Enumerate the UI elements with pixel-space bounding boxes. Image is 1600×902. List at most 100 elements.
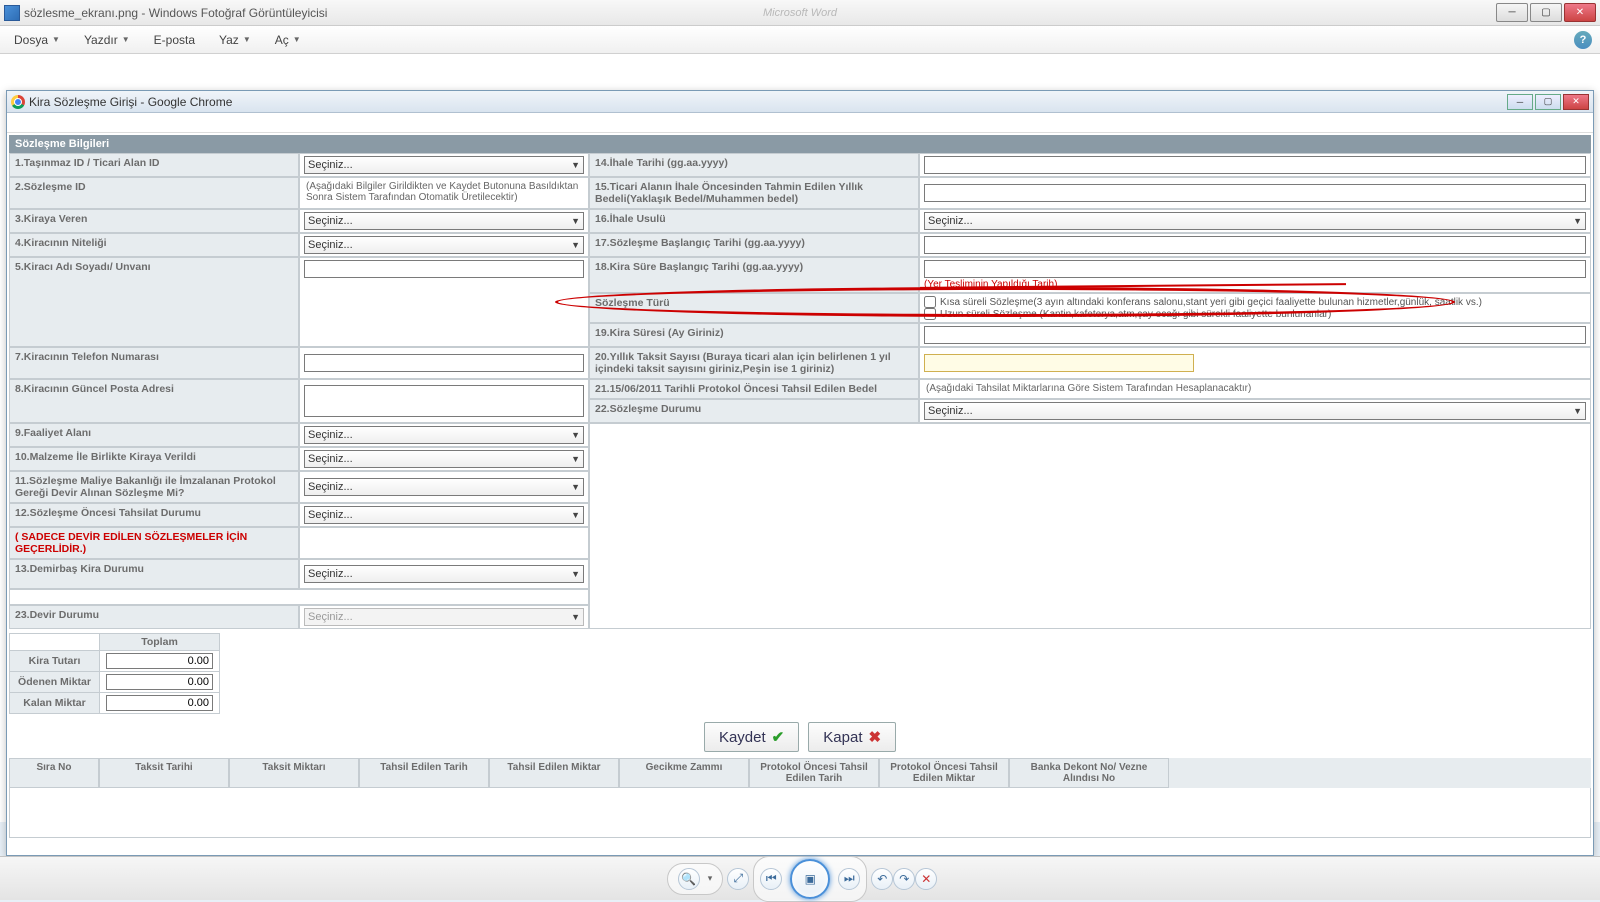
menubar: Dosya▼ Yazdır▼ E-posta Yaz▼ Aç▼ ? [0,26,1600,54]
background-app-hint: Microsoft Word [763,7,837,19]
field-devir-durumu: Seçiniz...▼ [299,605,589,629]
input-sozlesme-baslangic[interactable] [924,236,1586,254]
label-faaliyet-alani: 9.Faaliyet Alanı [9,423,299,447]
save-button[interactable]: Kaydet✔ [704,722,799,752]
check-icon: ✔ [772,728,785,746]
field-kiraya-veren: Seçiniz...▼ [299,209,589,233]
col-protokol-miktar: Protokol Öncesi Tahsil Edilen Miktar [879,758,1009,788]
label-kira-suresi: 19.Kira Süresi (Ay Giriniz) [589,323,919,347]
select-devir-durumu[interactable]: Seçiniz...▼ [304,608,584,626]
photo-viewer-icon [4,5,20,21]
popup-title: Kira Sözleşme Girişi - Google Chrome [29,95,1507,109]
textarea-posta-adresi[interactable] [304,385,584,417]
close-form-button[interactable]: Kapat✖ [808,722,896,752]
select-kiraya-veren[interactable]: Seçiniz...▼ [304,212,584,230]
label-kiraci-ad: 5.Kiracı Adı Soyadı/ Unvanı [9,257,299,347]
popup-body: Sözleşme Bilgileri 1.Taşınmaz ID / Ticar… [7,133,1593,855]
checkbox-kisa-sureli[interactable] [924,296,936,308]
select-sozlesme-durumu[interactable]: Seçiniz...▼ [924,402,1586,420]
outer-close-button[interactable]: ✕ [1564,3,1596,22]
col-dekont-no: Banka Dekont No/ Vezne Alındısı No [1009,758,1169,788]
popup-maximize-button[interactable]: ▢ [1535,94,1561,110]
input-muhammen-bedel[interactable] [924,184,1586,202]
label-devir-durumu: 23.Devir Durumu [9,605,299,629]
input-kira-sure-baslangic[interactable] [924,260,1586,278]
slideshow-icon[interactable]: ▣ [790,859,830,899]
label-sozlesme-id: 2.Sözleşme ID [9,177,299,209]
field-ihale-usulu: Seçiniz...▼ [919,209,1591,233]
label-ihale-tarihi: 14.İhale Tarihi (gg.aa.yyyy) [589,153,919,177]
field-muhammen-bedel [919,177,1591,209]
hint-protokol-oncesi: (Aşağıdaki Tahsilat Miktarlarına Göre Si… [924,382,1586,395]
checkbox-uzun-sureli[interactable] [924,308,936,320]
popup-minimize-button[interactable]: ─ [1507,94,1533,110]
field-sozlesme-turu: Kısa süreli Sözleşme(3 ayın altındaki ko… [919,293,1591,323]
zoom-out-icon[interactable]: 🔍 [678,868,700,890]
col-sira-no: Sıra No [9,758,99,788]
label-sozlesme-baslangic: 17.Sözleşme Başlangıç Tarihi (gg.aa.yyyy… [589,233,919,257]
menubar-file[interactable]: Dosya▼ [8,29,66,51]
label-sozlesme-durumu: 22.Sözleşme Durumu [589,399,919,423]
field-telefon [299,347,589,379]
label-ihale-usulu: 16.İhale Usulü [589,209,919,233]
select-oncesi-tahsilat[interactable]: Seçiniz...▼ [304,506,584,524]
label-kiraci-nitelik: 4.Kiracının Niteliği [9,233,299,257]
right-empty-area [589,423,1591,629]
label-telefon: 7.Kiracının Telefon Numarası [9,347,299,379]
chrome-popup-window: Kira Sözleşme Girişi - Google Chrome ─ ▢… [6,90,1594,856]
input-kiraci-ad[interactable] [304,260,584,278]
section-header: Sözleşme Bilgileri [9,135,1591,153]
select-malzeme-ile[interactable]: Seçiniz...▼ [304,450,584,468]
totals-odenen-value[interactable] [106,674,213,690]
label-kira-sure-baslangic: 18.Kira Süre Başlangıç Tarihi (gg.aa.yyy… [589,257,919,293]
totals-kira-value[interactable] [106,653,213,669]
rotate-right-icon[interactable]: ↷ [893,868,915,890]
label-protokol-oncesi-bedel: 21.15/06/2011 Tarihli Protokol Öncesi Ta… [589,379,919,399]
menubar-open[interactable]: Aç▼ [269,29,307,51]
spacer-left [9,589,299,605]
select-ihale-usulu[interactable]: Seçiniz...▼ [924,212,1586,230]
checkbox-label-uzun: Uzun süreli Sözleşme (Kantin,kafeterya,a… [940,309,1331,320]
prev-image-icon[interactable]: ⏮ [760,868,782,890]
col-tahsil-tarih: Tahsil Edilen Tarih [359,758,489,788]
col-gecikme-zammi: Gecikme Zammı [619,758,749,788]
field-sozlesme-baslangic [919,233,1591,257]
label-kiraya-veren: 3.Kiraya Veren [9,209,299,233]
outer-maximize-button[interactable]: ▢ [1530,3,1562,22]
totals-kalan-value[interactable] [106,695,213,711]
select-maliye-protokol[interactable]: Seçiniz...▼ [304,478,584,496]
outer-window-title: sözlesme_ekranı.png - Windows Fotoğraf G… [24,6,1496,20]
actual-size-icon[interactable]: ⤢ [727,868,749,890]
menubar-print[interactable]: Yazdır▼ [78,29,136,51]
label-yillik-taksit: 20.Yıllık Taksit Sayısı (Buraya ticari a… [589,347,919,379]
select-faaliyet-alani[interactable]: Seçiniz...▼ [304,426,584,444]
input-telefon[interactable] [304,354,584,372]
popup-close-button[interactable]: ✕ [1563,94,1589,110]
field-ihale-tarihi [919,153,1591,177]
rotate-left-icon[interactable]: ↶ [871,868,893,890]
select-kiraci-nitelik[interactable]: Seçiniz...▼ [304,236,584,254]
input-kira-suresi[interactable] [924,326,1586,344]
delete-image-icon[interactable]: ✕ [915,868,937,890]
select-demirbas-kira[interactable]: Seçiniz...▼ [304,565,584,583]
select-tasinmaz-id[interactable]: Seçiniz...▼ [304,156,584,174]
outer-titlebar: sözlesme_ekranı.png - Windows Fotoğraf G… [0,0,1600,26]
input-yillik-taksit[interactable] [924,354,1194,372]
menubar-burn[interactable]: Yaz▼ [213,29,257,51]
help-icon[interactable]: ? [1574,31,1592,49]
popup-titlebar[interactable]: Kira Sözleşme Girişi - Google Chrome ─ ▢… [7,91,1593,113]
warning-devir-only-field [299,527,589,559]
field-posta-adresi [299,379,589,423]
label-maliye-protokol: 11.Sözleşme Maliye Bakanlığı ile İmzalan… [9,471,299,503]
spacer-right [299,589,589,605]
label-demirbas-kira: 13.Demirbaş Kira Durumu [9,559,299,589]
outer-minimize-button[interactable]: ─ [1496,3,1528,22]
input-ihale-tarihi[interactable] [924,156,1586,174]
warning-devir-only: ( SADECE DEVİR EDİLEN SÖZLEŞMELER İÇİN G… [9,527,299,559]
field-demirbas-kira: Seçiniz...▼ [299,559,589,589]
installment-grid-body [9,788,1591,838]
menubar-email[interactable]: E-posta [148,29,201,51]
next-image-icon[interactable]: ⏭ [838,868,860,890]
installment-grid-header: Sıra No Taksit Tarihi Taksit Miktarı Tah… [9,758,1591,788]
field-oncesi-tahsilat: Seçiniz...▼ [299,503,589,527]
